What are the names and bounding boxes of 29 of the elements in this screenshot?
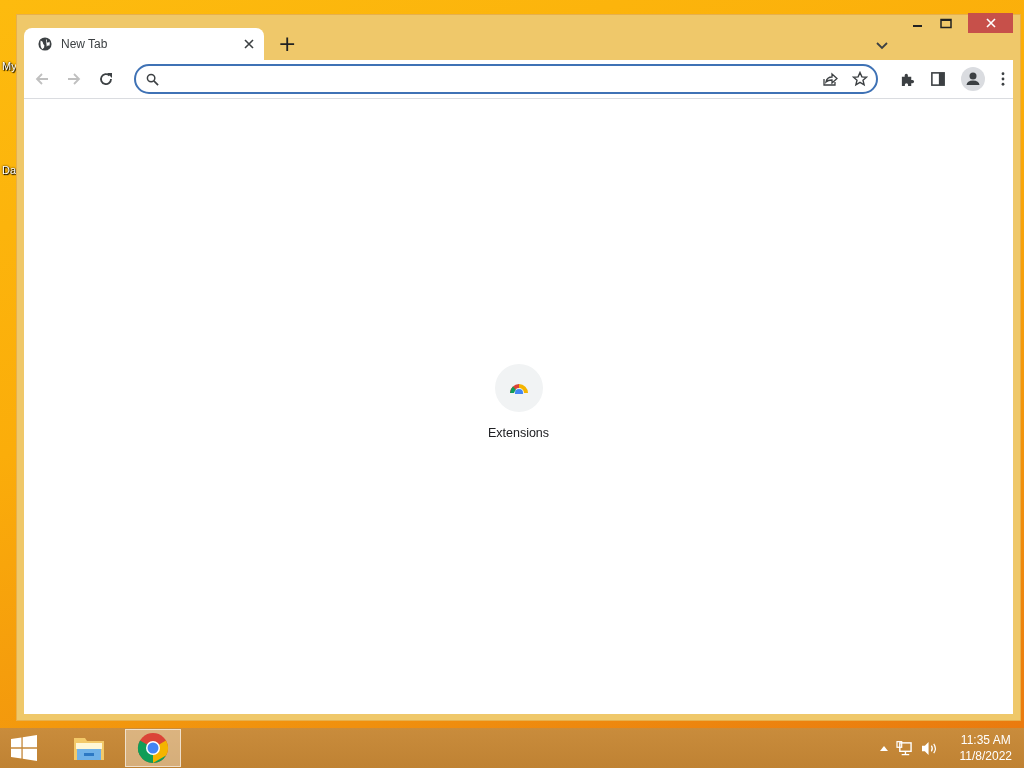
maximize-icon[interactable] bbox=[940, 18, 952, 30]
more-menu-icon[interactable] bbox=[1001, 72, 1005, 86]
speaker-icon[interactable] bbox=[920, 740, 938, 756]
caret-up-icon[interactable] bbox=[879, 745, 888, 751]
shortcut-label[interactable]: Extensions bbox=[487, 426, 550, 440]
puzzle-piece-icon[interactable] bbox=[900, 71, 915, 87]
reload-icon[interactable] bbox=[98, 71, 114, 87]
address-bar[interactable] bbox=[134, 64, 878, 94]
close-icon bbox=[985, 18, 996, 28]
taskbar-app-button[interactable] bbox=[125, 729, 181, 767]
star-icon[interactable] bbox=[852, 71, 868, 87]
windows-logo-icon[interactable] bbox=[11, 735, 37, 761]
globe-icon bbox=[38, 37, 52, 51]
rainbow-arc-icon bbox=[508, 382, 529, 394]
chevron-down-icon[interactable] bbox=[876, 42, 888, 50]
shortcut-tile[interactable] bbox=[494, 364, 543, 412]
clock-date[interactable]: 11/8/2022 bbox=[959, 748, 1012, 764]
desktop-icon-label[interactable]: Da bbox=[2, 164, 17, 176]
chrome-logo-icon bbox=[137, 732, 169, 764]
clock-time[interactable]: 11:35 AM bbox=[960, 732, 1011, 748]
search-icon bbox=[146, 72, 159, 86]
profile-avatar-icon[interactable] bbox=[961, 67, 985, 91]
new-tab-button[interactable]: + bbox=[272, 32, 303, 56]
share-icon[interactable] bbox=[822, 71, 838, 87]
browser-tab[interactable]: New Tab bbox=[24, 28, 264, 60]
close-icon[interactable] bbox=[244, 39, 254, 49]
network-icon[interactable] bbox=[895, 740, 913, 756]
window-close-button[interactable] bbox=[968, 13, 1013, 33]
side-panel-icon[interactable] bbox=[931, 72, 945, 86]
